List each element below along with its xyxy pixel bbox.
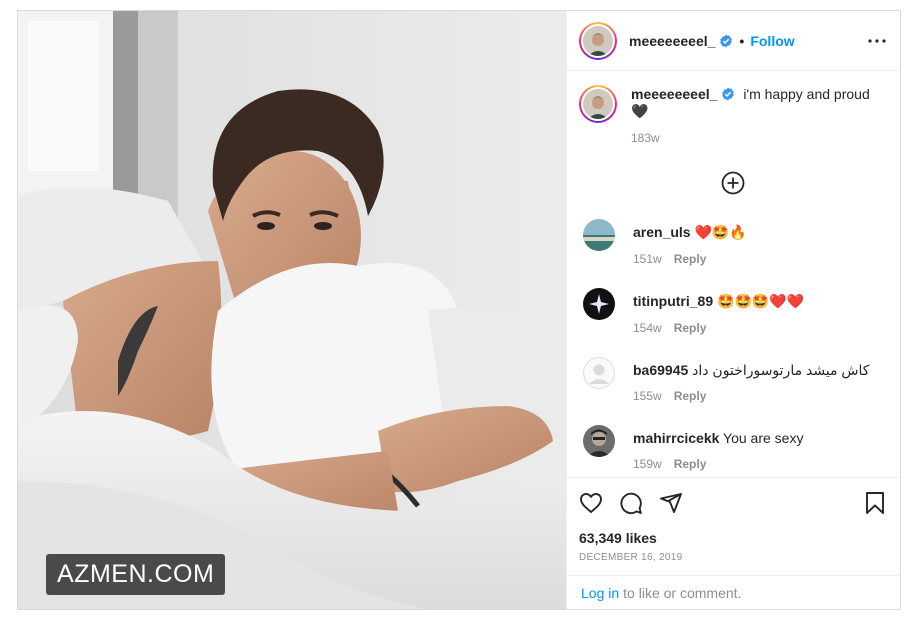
author-avatar-image — [583, 25, 613, 56]
commenter-avatar[interactable] — [583, 219, 615, 251]
comment-username[interactable]: mahirrcicekk — [633, 430, 719, 446]
post-actions: 63,349 likes DECEMBER 16, 2019 — [567, 477, 900, 575]
caption-username[interactable]: meeeeeeeel_ — [631, 86, 717, 102]
caption-emoji: 🖤 — [631, 104, 649, 120]
reply-button[interactable]: Reply — [674, 389, 707, 403]
comment-age: 155w — [633, 389, 662, 403]
heart-icon[interactable] — [579, 491, 603, 515]
share-icon[interactable] — [659, 491, 683, 515]
post-photo[interactable]: AZMEN.COM — [18, 11, 566, 609]
post-date[interactable]: DECEMBER 16, 2019 — [579, 552, 886, 563]
reply-button[interactable]: Reply — [674, 457, 707, 471]
bookmark-icon[interactable] — [864, 491, 886, 515]
commenter-avatar[interactable] — [583, 288, 615, 320]
comment-item: mahirrcicekk You are sexy 159w Reply — [579, 425, 886, 473]
comment-username[interactable]: titinputri_89 — [633, 293, 713, 309]
verified-badge-icon — [722, 87, 735, 101]
action-bar — [579, 478, 886, 528]
post-sidebar: meeeeeeeel_ • Follow meeeeeeeel_ i'm hap… — [566, 11, 900, 609]
likes-count[interactable]: 63,349 likes — [579, 530, 886, 546]
comment-item: titinputri_89 🤩🤩🤩❤️❤️ 154w Reply — [579, 288, 886, 337]
author-username[interactable]: meeeeeeeel_ — [629, 33, 715, 49]
load-more-plus-icon[interactable] — [721, 171, 745, 195]
author-avatar[interactable] — [579, 21, 617, 60]
comment-text: You are sexy — [723, 430, 804, 446]
login-prompt: Log in to like or comment. — [567, 575, 900, 609]
comment-age: 159w — [633, 457, 662, 471]
comment-text: 🤩🤩🤩❤️❤️ — [717, 294, 805, 310]
caption-text: i'm happy and proud — [743, 86, 870, 102]
comment-username[interactable]: ba69945 — [633, 362, 688, 378]
load-more-comments[interactable] — [579, 171, 886, 195]
caption: meeeeeeeel_ i'm happy and proud 🖤 183w — [579, 85, 886, 147]
caption-avatar[interactable] — [579, 85, 617, 123]
reply-button[interactable]: Reply — [674, 321, 707, 335]
follow-button[interactable]: Follow — [750, 33, 794, 49]
caption-avatar-image — [583, 89, 613, 119]
comment-icon[interactable] — [619, 491, 643, 515]
caption-body: meeeeeeeel_ i'm happy and proud 🖤 183w — [631, 85, 870, 147]
more-options-icon[interactable] — [868, 38, 886, 43]
login-prompt-text: to like or comment. — [623, 584, 742, 601]
verified-badge-icon — [720, 34, 733, 47]
commenter-avatar-default[interactable] — [583, 357, 615, 389]
comment-username[interactable]: aren_uls — [633, 224, 691, 240]
comment-item: ba69945 کاش میشد مارتوسوراختون داد 155w R… — [579, 357, 886, 405]
reply-button[interactable]: Reply — [674, 252, 707, 266]
header-separator: • — [739, 32, 745, 49]
comments-section[interactable]: meeeeeeeel_ i'm happy and proud 🖤 183w a… — [567, 71, 900, 477]
commenter-avatar[interactable] — [583, 425, 615, 457]
login-link[interactable]: Log in — [581, 585, 619, 601]
comment-text: کاش میشد مارتوسوراختون داد — [692, 362, 870, 378]
comment-age: 154w — [633, 321, 662, 335]
comment-item: aren_uls ❤️🤩🔥 151w Reply — [579, 219, 886, 268]
comment-text: ❤️🤩🔥 — [694, 225, 747, 241]
watermark: AZMEN.COM — [46, 554, 226, 595]
caption-age: 183w — [631, 131, 660, 145]
post-photo-image — [18, 11, 566, 609]
instagram-post: AZMEN.COM meeeeeeeel_ • Follow meeeeeeee… — [17, 10, 901, 610]
post-header: meeeeeeeel_ • Follow — [567, 11, 900, 71]
comment-age: 151w — [633, 252, 662, 266]
